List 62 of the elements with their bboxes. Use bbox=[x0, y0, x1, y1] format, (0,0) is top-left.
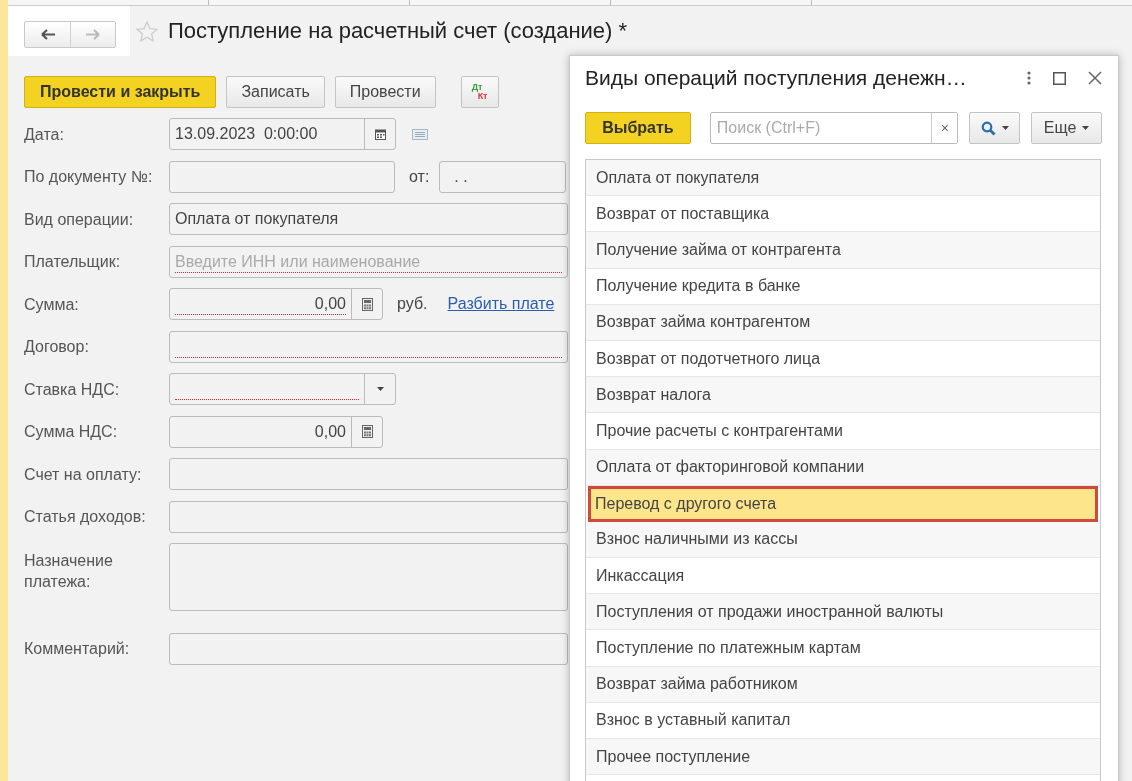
amount-field[interactable]: 0,00 bbox=[169, 415, 383, 448]
amount-field[interactable]: 0,00 bbox=[169, 288, 383, 320]
field-label: Ставка НДС: bbox=[24, 379, 121, 400]
textarea-field[interactable] bbox=[169, 543, 568, 611]
field-label: Статья доходов: bbox=[24, 507, 147, 527]
input-field[interactable] bbox=[169, 500, 568, 533]
search-icon bbox=[980, 120, 996, 136]
input-field[interactable] bbox=[169, 632, 568, 665]
toolbar-button[interactable]: Записать bbox=[226, 76, 325, 108]
list-item[interactable]: Взнос наличными из кассы bbox=[586, 521, 1100, 559]
window-title: Поступление на расчетный счет (создание) * bbox=[168, 18, 628, 44]
list-item[interactable]: Получение займа от контрагента bbox=[586, 232, 1100, 269]
dropdown-field[interactable] bbox=[169, 373, 396, 405]
close-icon[interactable] bbox=[1088, 71, 1102, 85]
caret-icon bbox=[376, 387, 384, 391]
maximize-icon[interactable] bbox=[1053, 71, 1066, 85]
field-label: от: bbox=[409, 167, 430, 186]
calculator-icon bbox=[361, 297, 373, 311]
input-field[interactable]: Оплата от покупателя bbox=[169, 203, 568, 235]
field-label: Сумма: bbox=[24, 294, 80, 315]
field-label: Счет на оплату: bbox=[24, 464, 143, 485]
field-label: Комментарий: bbox=[24, 639, 131, 659]
search-button[interactable] bbox=[969, 112, 1021, 144]
arrow-icon bbox=[39, 29, 56, 40]
list-item[interactable]: Возврат займа работником bbox=[586, 666, 1100, 703]
more-options-icon[interactable] bbox=[1027, 71, 1031, 85]
calendar-icon bbox=[374, 128, 386, 140]
list-item[interactable]: Оплата от покупателя bbox=[586, 160, 1100, 197]
input-field[interactable] bbox=[169, 458, 568, 490]
dialog-title: Виды операций поступления денежн… bbox=[585, 66, 968, 90]
field-label: По документу №: bbox=[24, 167, 154, 187]
arrow-icon bbox=[85, 29, 101, 40]
date-field[interactable]: 13.09.2023 0:00:00 bbox=[169, 118, 396, 150]
list-item[interactable]: Перевод с другого счета bbox=[588, 485, 1098, 522]
toolbar-button[interactable]: Провести bbox=[334, 76, 436, 108]
number-field[interactable] bbox=[169, 160, 395, 193]
calculator-icon bbox=[361, 425, 373, 438]
more-button[interactable]: Еще bbox=[1031, 112, 1102, 144]
list-item[interactable]: Возврат налога bbox=[586, 377, 1100, 414]
field-label: Дата: bbox=[24, 124, 65, 145]
field-label: Договор: bbox=[24, 337, 90, 357]
input-field[interactable] bbox=[169, 330, 568, 363]
caret-icon bbox=[1001, 126, 1009, 130]
currency-label: руб. bbox=[397, 295, 428, 313]
search-field[interactable]: Поиск (Ctrl+F) × bbox=[709, 112, 959, 144]
note-icon bbox=[412, 128, 428, 140]
list-item[interactable]: Поступления от продажи иностранной валюты bbox=[586, 594, 1100, 631]
field-label: Плательщик: bbox=[24, 252, 122, 272]
field-label: Сумма НДС: bbox=[24, 422, 119, 442]
date-field[interactable]: . . bbox=[439, 160, 567, 193]
field-label: Вид операции: bbox=[24, 209, 135, 230]
list-item[interactable]: Оплата от факторинговой компании bbox=[586, 449, 1100, 486]
select-button[interactable]: Выбрать bbox=[585, 112, 691, 144]
field-label: Назначение платежа: bbox=[24, 551, 114, 592]
post-and-close-button[interactable]: Провести и закрыть bbox=[24, 76, 217, 108]
split-payment-link[interactable]: Разбить плате bbox=[447, 295, 555, 313]
debit-credit-button[interactable]: Дт Кт bbox=[460, 76, 499, 108]
list-item[interactable]: Возврат займа контрагентом bbox=[586, 304, 1100, 341]
star-icon[interactable] bbox=[136, 20, 158, 42]
caret-icon bbox=[1082, 126, 1090, 130]
clear-button[interactable]: × bbox=[931, 113, 958, 143]
list-item[interactable]: Прочее поступление bbox=[586, 739, 1100, 776]
